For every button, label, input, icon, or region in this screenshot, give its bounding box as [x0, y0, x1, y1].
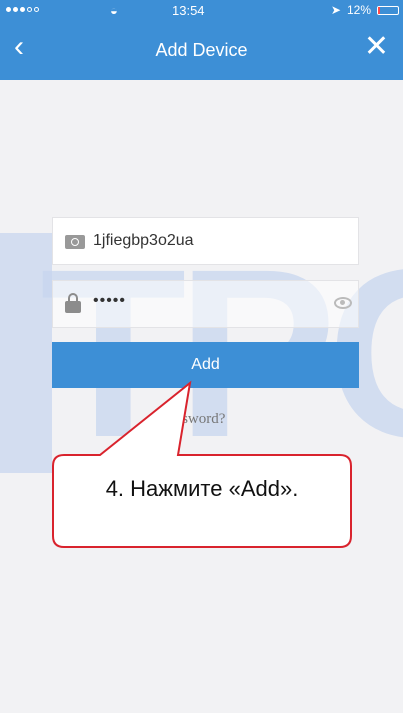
- page-title: Add Device: [155, 40, 248, 60]
- callout-text: 4. Нажмите «Add».: [105, 476, 299, 501]
- device-id-value: 1jfiegbp3o2ua: [93, 232, 194, 249]
- signal-dots-icon: [6, 7, 39, 12]
- status-bar: ◒ 13:54 ➤ 12%: [0, 0, 403, 22]
- close-icon[interactable]: ✕: [364, 32, 389, 62]
- navigation-bar: ‹ Add Device ✕: [0, 22, 403, 80]
- device-id-field[interactable]: 1jfiegbp3o2ua: [52, 217, 359, 265]
- battery-icon: [377, 5, 399, 15]
- forgot-password-link[interactable]: F password?: [150, 411, 225, 428]
- camera-icon: [65, 232, 85, 249]
- eye-icon[interactable]: [334, 297, 352, 309]
- add-button[interactable]: Add: [52, 342, 359, 388]
- lock-icon: [65, 293, 81, 313]
- status-time: 13:54: [172, 3, 205, 18]
- wifi-icon: ◒: [110, 3, 118, 18]
- location-icon: ➤: [330, 3, 341, 17]
- password-value: •••••: [93, 292, 127, 309]
- phone-screen: ◒ 13:54 ➤ 12% ‹ Add Device ✕ TPC 1jfiegb…: [0, 0, 403, 713]
- battery-percent: 12%: [346, 3, 371, 17]
- password-field[interactable]: •••••: [52, 280, 359, 328]
